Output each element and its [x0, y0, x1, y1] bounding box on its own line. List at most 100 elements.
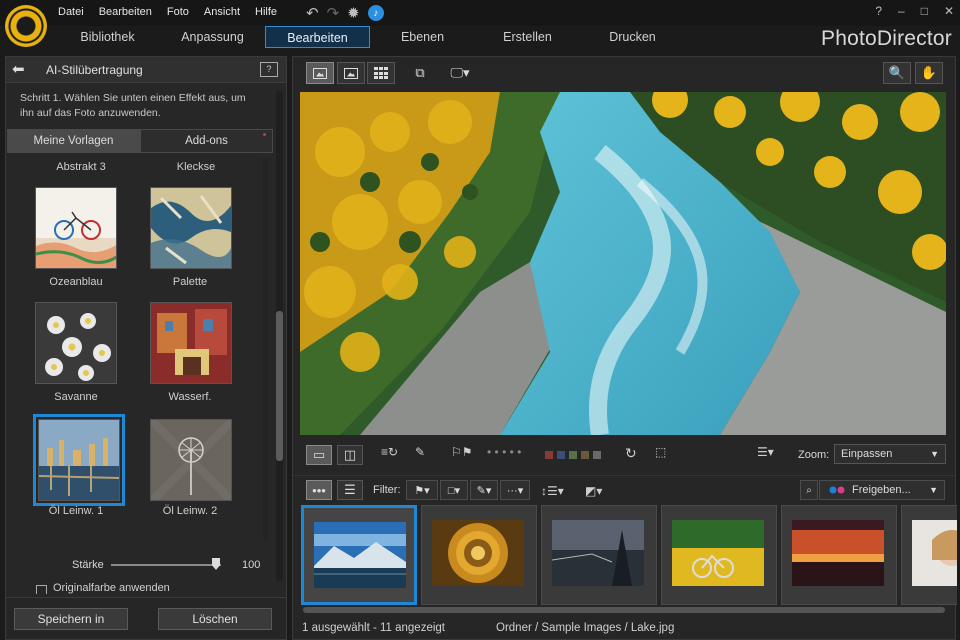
split-view-toggle[interactable]: ◫	[337, 445, 363, 465]
effect-savanne[interactable]	[35, 302, 117, 384]
zoom-dropdown[interactable]: Einpassen ▼	[834, 444, 946, 464]
effect-oel-leinwand-1[interactable]	[33, 414, 125, 506]
view-single-button[interactable]	[306, 62, 334, 84]
menu-datei[interactable]: Datei	[58, 6, 84, 18]
filmstrip-view-toggle[interactable]: •••	[306, 480, 332, 500]
film-thumb-portrait	[912, 520, 957, 586]
film-item-sunset[interactable]	[781, 505, 897, 605]
status-bar: 1 ausgewählt - 11 angezeigt Ordner / Sam…	[293, 617, 955, 639]
label-filter[interactable]: □▾	[440, 480, 468, 500]
file-path: Ordner / Sample Images / Lake.jpg	[496, 622, 675, 634]
rating-filter[interactable]: ···▾	[500, 480, 530, 500]
single-view-toggle[interactable]: ▭	[306, 445, 332, 465]
flag-filter[interactable]: ⚑▾	[406, 480, 438, 500]
settings-icon[interactable]: ✹	[347, 4, 360, 22]
color-label-red[interactable]	[545, 451, 553, 459]
display-button[interactable]: 🖵▾	[445, 62, 475, 84]
film-item-lake[interactable]	[301, 505, 417, 605]
menu-bearbeiten[interactable]: Bearbeiten	[99, 6, 152, 18]
chevron-down-icon: ▼	[929, 485, 938, 495]
menu-hilfe[interactable]: Hilfe	[255, 6, 277, 18]
module-tabs: Bibliothek Anpassung Bearbeiten Ebenen E…	[55, 26, 685, 50]
zoom-tool-button[interactable]: 🔍	[883, 62, 911, 84]
edit-filter[interactable]: ✎▾	[470, 480, 498, 500]
strength-label: Stärke	[72, 559, 104, 571]
film-item-spiral[interactable]	[421, 505, 537, 605]
effect-palette[interactable]	[150, 187, 232, 269]
view-fit-button[interactable]	[337, 62, 365, 84]
tab-drucken[interactable]: Drucken	[580, 26, 685, 48]
delete-button[interactable]: Löschen	[158, 608, 272, 630]
tab-ebenen[interactable]: Ebenen	[370, 26, 475, 48]
menu-ansicht[interactable]: Ansicht	[204, 6, 240, 18]
color-label-green[interactable]	[569, 451, 577, 459]
photo-fit-icon	[344, 67, 358, 79]
redo-icon[interactable]: ↷	[327, 4, 340, 22]
tab-add-ons[interactable]: Add-ons	[140, 129, 273, 153]
share-dropdown[interactable]: Freigeben... ▼	[819, 480, 945, 500]
app-logo	[5, 5, 47, 47]
minimize-button[interactable]: –	[898, 4, 905, 18]
panel-header: ⬅ AI-Stilübertragung ?	[6, 57, 286, 83]
search-button[interactable]: ⌕	[800, 480, 818, 500]
list-view-toggle[interactable]: ☰	[337, 480, 363, 500]
sort-menu-icon[interactable]: ☰▾	[757, 445, 774, 459]
color-label-blue[interactable]	[557, 451, 565, 459]
film-thumb-lake	[314, 522, 406, 588]
stack-icon[interactable]: ◩▾	[585, 484, 602, 498]
flag-icon[interactable]: ⚐⚑	[451, 445, 473, 459]
wasserfall-preview	[151, 303, 231, 383]
color-label-gray[interactable]	[593, 451, 601, 459]
effect-label-abstrakt-3: Abstrakt 3	[56, 161, 106, 173]
step-instruction: Schritt 1. Wählen Sie unten einen Effekt…	[20, 92, 246, 119]
effect-ozeanblau[interactable]	[35, 187, 117, 269]
search-icon: ⌕	[806, 484, 812, 496]
back-arrow-icon[interactable]: ⬅	[12, 62, 32, 78]
panel-scrollbar[interactable]	[276, 91, 283, 581]
effect-oel-leinwand-2[interactable]	[150, 419, 232, 501]
view-grid-button[interactable]	[367, 62, 395, 84]
effect-wasserfall[interactable]	[150, 302, 232, 384]
effect-label-oel-leinwand-2: Öl Leinw. 2	[162, 505, 218, 517]
help-icon[interactable]: ?	[260, 62, 278, 77]
filmstrip-scrollbar[interactable]	[303, 607, 945, 613]
save-to-button[interactable]: Speichern in	[14, 608, 128, 630]
original-color-option[interactable]: Originalfarbe anwenden	[36, 582, 170, 594]
crop-info-icon[interactable]: ⬚	[655, 445, 666, 459]
workspace: ⧉ 🖵▾ 🔍 ✋ ▭ ◫ ≡↻ ✎ ⚐⚑ • • • • • ↻ ⬚ ☰▾ Zo…	[292, 56, 957, 640]
tab-meine-vorlagen[interactable]: Meine Vorlagen	[7, 129, 140, 153]
undo-icon[interactable]: ↶	[306, 4, 319, 22]
monitor-icon: 🖵▾	[450, 65, 470, 80]
tab-bibliothek[interactable]: Bibliothek	[55, 26, 160, 48]
refresh-icon[interactable]: ↻	[625, 445, 637, 462]
film-item-portrait[interactable]	[901, 505, 957, 605]
film-item-bicycle[interactable]	[661, 505, 777, 605]
pen-icon[interactable]: ✎	[415, 445, 425, 459]
panel-scrollbar-thumb[interactable]	[276, 311, 283, 461]
hand-icon: ✋	[920, 65, 938, 80]
rating-dots[interactable]: • • • • •	[487, 445, 521, 459]
tab-erstellen[interactable]: Erstellen	[475, 26, 580, 48]
effect-label-palette: Palette	[172, 276, 208, 288]
tab-anpassung[interactable]: Anpassung	[160, 26, 265, 48]
notification-icon[interactable]: ♪	[367, 5, 384, 21]
compare-button[interactable]: ⧉	[406, 62, 434, 84]
help-button[interactable]: ?	[875, 4, 882, 18]
photo-viewer[interactable]	[300, 92, 946, 435]
strength-slider-track[interactable]	[111, 564, 221, 566]
color-label-yellow[interactable]	[581, 451, 589, 459]
pan-tool-button[interactable]: ✋	[915, 62, 943, 84]
film-item-village[interactable]	[541, 505, 657, 605]
rotate-left-icon[interactable]: ≡↻	[381, 445, 398, 459]
compare-icon: ⧉	[415, 65, 425, 80]
sort-order-icon[interactable]: ↕☰▾	[541, 484, 564, 498]
menu-foto[interactable]: Foto	[167, 6, 189, 18]
strength-slider-thumb[interactable]	[212, 558, 220, 570]
maximize-button[interactable]: □	[921, 4, 928, 18]
close-button[interactable]: ✕	[944, 4, 954, 18]
gallery-scroll-track[interactable]	[263, 159, 268, 539]
original-color-checkbox[interactable]	[36, 585, 47, 594]
effect-label-kleckse: Kleckse	[176, 161, 216, 173]
palette-preview	[151, 188, 231, 268]
tab-bearbeiten[interactable]: Bearbeiten	[265, 26, 370, 48]
